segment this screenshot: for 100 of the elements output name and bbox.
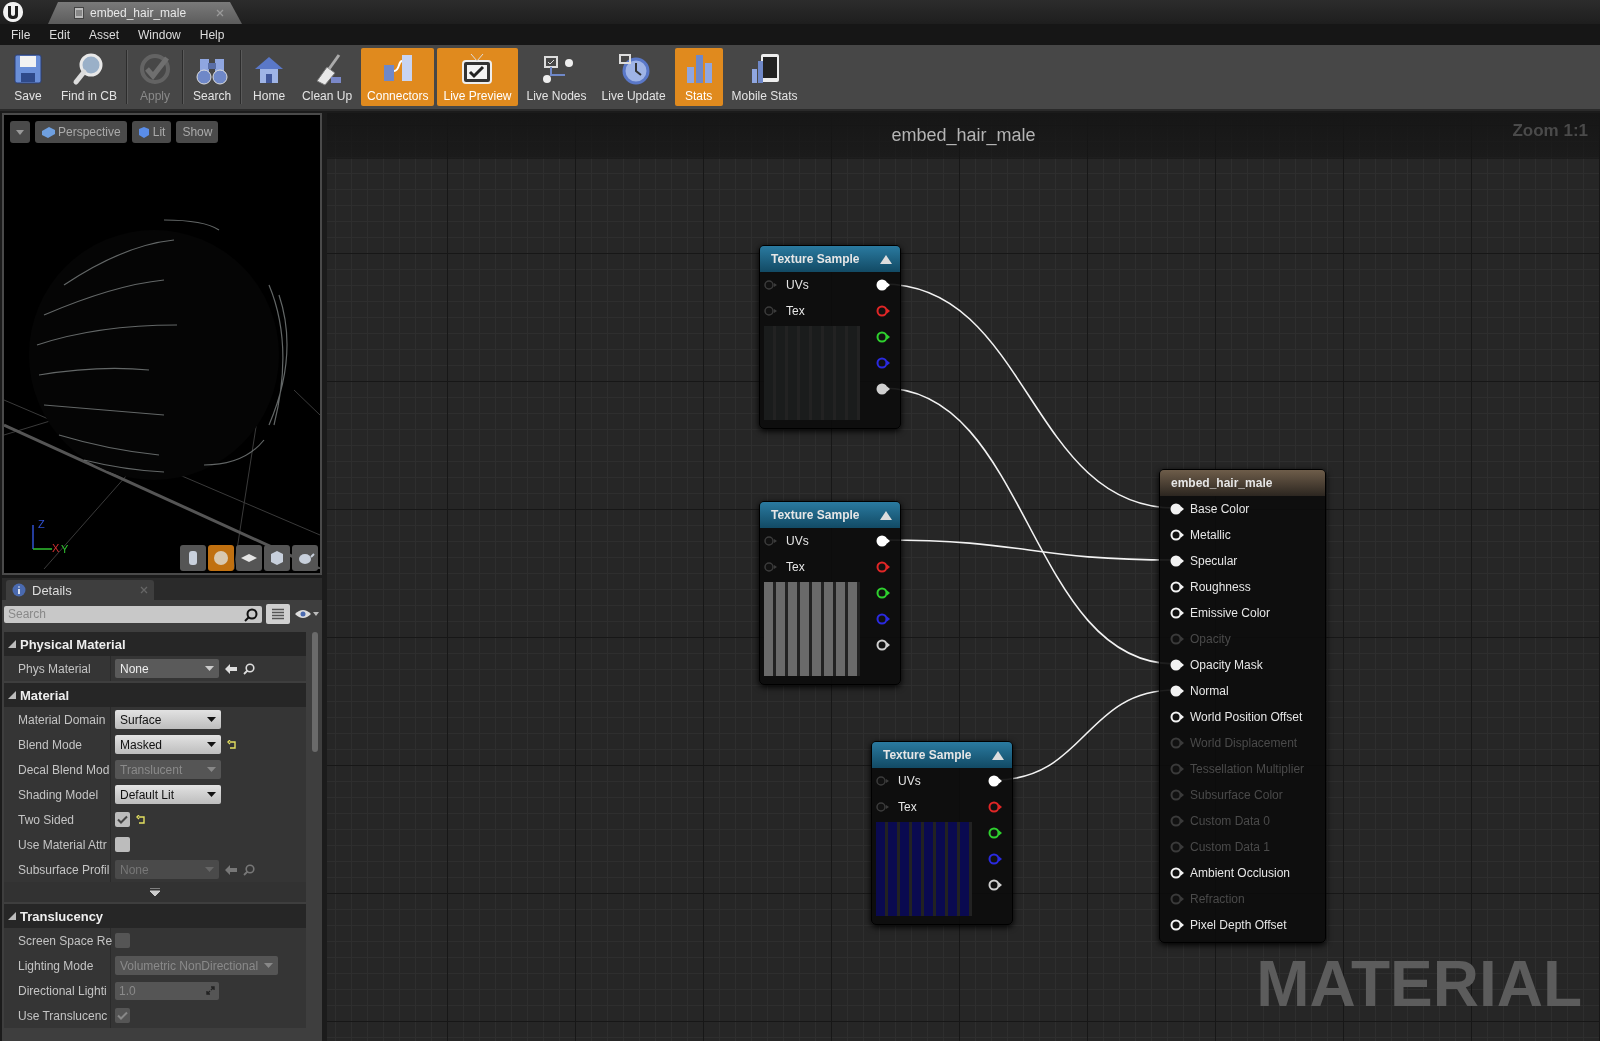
pin-label: Normal	[1190, 684, 1229, 698]
node-title: Texture Sample	[883, 748, 972, 762]
section-header[interactable]: Translucency	[4, 904, 306, 928]
cube-icon	[41, 126, 55, 138]
dropdown[interactable]: Default Lit	[115, 785, 221, 804]
texture-sample-node[interactable]: Texture Sample UVs Tex	[759, 501, 901, 685]
input-pin-icon	[876, 802, 890, 812]
use-selected-button[interactable]	[225, 663, 237, 674]
texture-sample-node[interactable]: Texture Sample UVs Tex	[871, 741, 1013, 925]
preview-shape-button[interactable]	[292, 545, 318, 571]
left-arrow-icon	[225, 864, 237, 875]
pin-label: Emissive Color	[1190, 606, 1270, 620]
sphere-icon	[211, 548, 231, 568]
document-tab[interactable]: embed_hair_male	[48, 2, 242, 24]
pin-label: Roughness	[1190, 580, 1251, 594]
input-pin-icon	[764, 306, 778, 316]
pin-label: Pixel Depth Offset	[1190, 918, 1287, 932]
pin-label: Custom Data 0	[1190, 814, 1271, 828]
dropdown[interactable]: None	[115, 659, 219, 678]
pin-label: Tex	[786, 560, 805, 574]
node-title: Texture Sample	[771, 252, 860, 266]
toolbar-button[interactable]: Live Update	[595, 48, 672, 106]
view-mode-button[interactable]: Perspective	[35, 121, 127, 143]
pin-label: World Displacement	[1190, 736, 1298, 750]
section-title: Physical Material	[20, 636, 126, 652]
caret-icon	[205, 666, 214, 671]
caret-icon	[207, 767, 216, 772]
view-options-button[interactable]	[266, 604, 290, 624]
property-label: Use Translucenc	[4, 1003, 111, 1028]
pin-label: Refraction	[1190, 892, 1245, 906]
dropdown[interactable]: Masked	[115, 735, 221, 754]
preview-shape-button[interactable]	[236, 545, 262, 571]
toolbar-button[interactable]: Mobile Stats	[725, 48, 804, 106]
browse-button[interactable]	[243, 662, 255, 675]
advanced-toggle[interactable]	[4, 882, 306, 902]
toolbar-button[interactable]: Find in CB	[55, 48, 124, 106]
menu-item[interactable]: Window	[129, 27, 191, 42]
node-title: Texture Sample	[771, 508, 860, 522]
pin-label: Tessellation Multiplier	[1190, 762, 1305, 776]
checkmark-icon	[117, 815, 128, 824]
view-mode-button[interactable]: Show	[176, 121, 219, 143]
caret-icon	[16, 129, 24, 135]
document-icon	[74, 7, 84, 19]
pin-label: Ambient Occlusion	[1190, 866, 1291, 880]
menu-item[interactable]: File	[2, 27, 41, 42]
close-icon	[140, 586, 148, 594]
input-pin-icon	[764, 562, 778, 572]
toolbar-button[interactable]: Search	[187, 48, 238, 106]
checkmark-icon	[117, 1011, 128, 1020]
details-tab[interactable]: Details	[6, 580, 154, 600]
input-pin-icon	[764, 280, 778, 290]
toolbar-button[interactable]: Live Nodes	[520, 48, 593, 106]
texture-sample-node[interactable]: Texture Sample UVs Tex	[759, 245, 901, 429]
checkbox[interactable]	[115, 812, 130, 827]
checkbox[interactable]	[115, 837, 130, 852]
material-output-node[interactable]	[1159, 469, 1326, 943]
pin-label: UVs	[786, 278, 809, 292]
preview-shape-button[interactable]	[264, 545, 290, 571]
view-mode-button[interactable]: Lit	[131, 121, 172, 143]
caret-icon	[207, 742, 216, 747]
visibility-button[interactable]	[294, 608, 320, 620]
input-pin-icon	[764, 536, 778, 546]
menu-item[interactable]: Help	[190, 27, 235, 42]
pin-label: Subsurface Color	[1190, 788, 1283, 802]
engine-logo-icon	[2, 1, 24, 23]
tab-title: Details	[32, 582, 73, 598]
resize-icon	[206, 986, 215, 995]
search-icon	[243, 863, 255, 876]
pin-label: World Position Offset	[1190, 710, 1303, 724]
preview-shape-button[interactable]	[180, 545, 206, 571]
axis-label: Y	[61, 544, 69, 555]
pin-label: Opacity Mask	[1190, 658, 1263, 672]
caret-icon	[264, 963, 274, 968]
pin-label: Metallic	[1190, 528, 1231, 542]
scrollbar[interactable]	[312, 632, 318, 752]
menu-item[interactable]: Edit	[40, 27, 81, 42]
toolbar-button[interactable]: Save	[4, 48, 52, 106]
caret-icon	[207, 792, 216, 797]
caret-icon	[205, 867, 214, 872]
pin-label: Specular	[1190, 554, 1238, 568]
section-header[interactable]: Physical Material	[4, 632, 306, 656]
input-pin-icon	[876, 776, 890, 786]
viewport-options-button[interactable]	[10, 121, 30, 143]
search-field[interactable]: Search	[4, 605, 262, 623]
menu-item[interactable]: Asset	[80, 27, 130, 42]
toolbar-button[interactable]: Clean Up	[296, 48, 359, 106]
pin-label: Custom Data 1	[1190, 840, 1271, 854]
preview-shape-button[interactable]	[208, 545, 234, 571]
search-icon	[243, 662, 255, 675]
section-header[interactable]: Material	[4, 683, 306, 707]
cube-icon	[137, 126, 150, 138]
property-label: Phys Material	[4, 656, 111, 681]
graph-title: embed_hair_male	[891, 125, 1036, 146]
tab-title: embed_hair_male	[90, 6, 188, 20]
toolbar-button[interactable]: Home	[245, 48, 294, 106]
dropdown[interactable]: Surface	[115, 710, 221, 729]
section-title: Material	[20, 687, 70, 703]
expand-arrow-icon	[150, 888, 160, 896]
info-icon	[12, 583, 26, 597]
axis-label: Z	[38, 519, 45, 530]
